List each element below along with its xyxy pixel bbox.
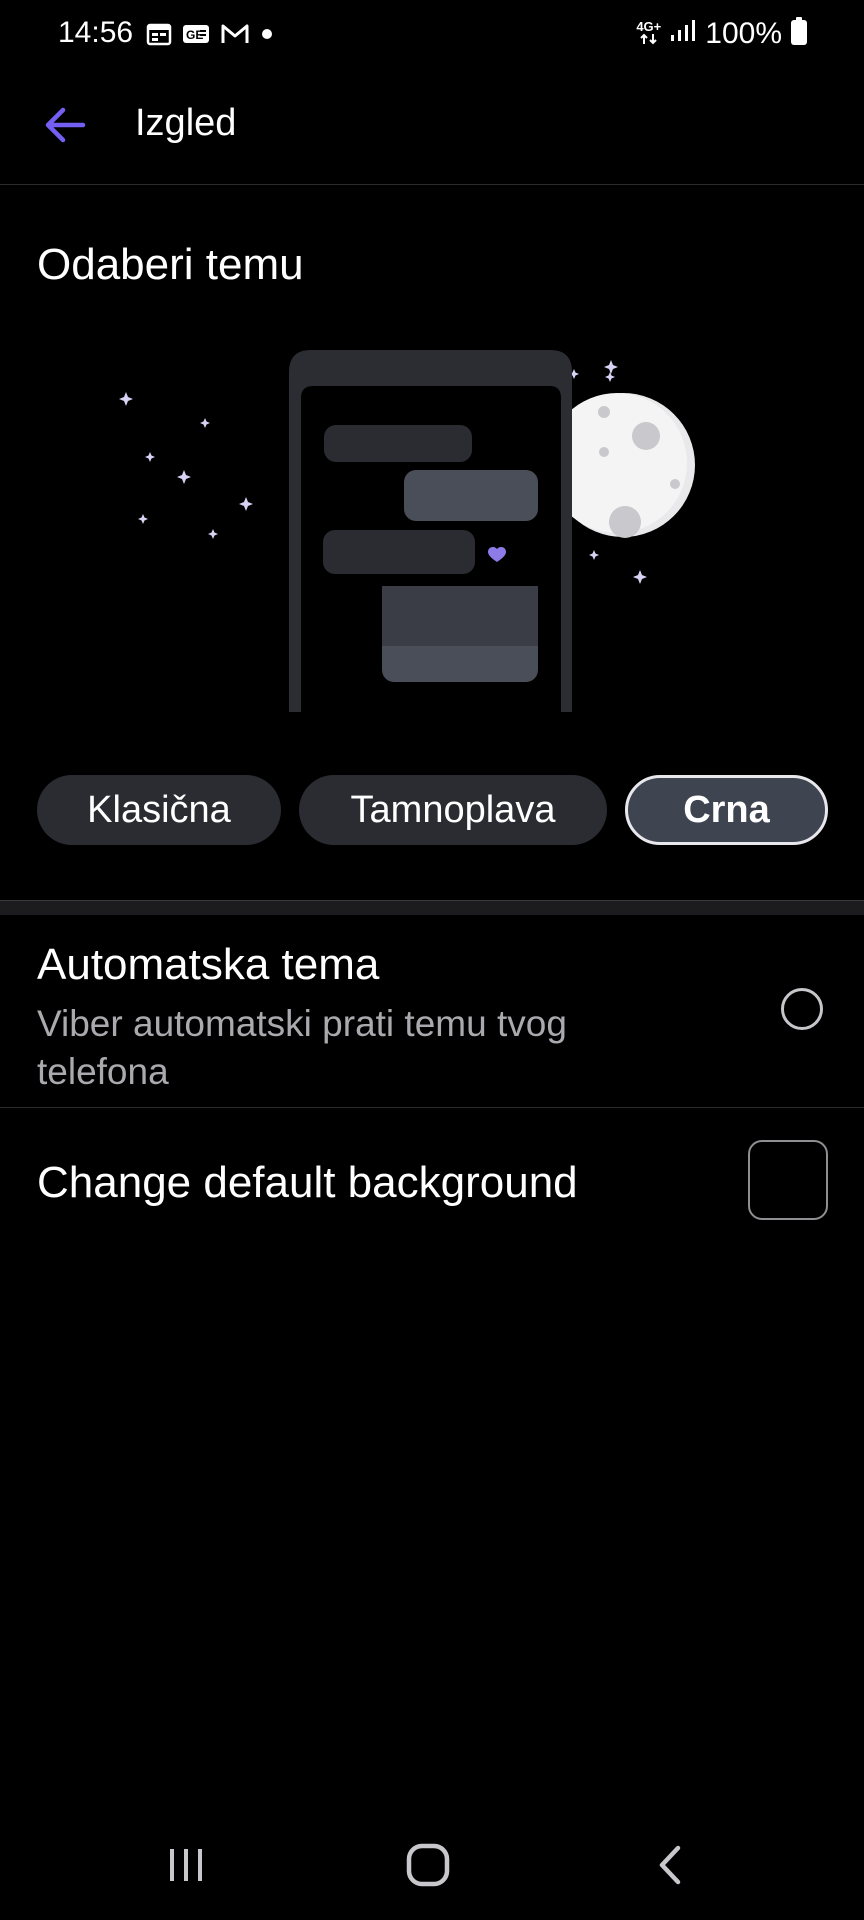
arrow-left-icon	[45, 107, 86, 143]
battery-icon	[790, 16, 808, 51]
recent-apps-icon	[170, 1849, 202, 1881]
recent-apps-button[interactable]	[146, 1830, 226, 1900]
notification-icons: GE	[146, 22, 274, 51]
status-time: 14:56	[58, 16, 134, 49]
signal-icon	[669, 18, 697, 49]
back-icon	[659, 1845, 681, 1885]
default-background-preview[interactable]	[748, 1140, 828, 1220]
default-background-row[interactable]: Change default background	[0, 1108, 864, 1258]
theme-option-klasicna[interactable]: Klasična	[37, 775, 281, 845]
auto-theme-radio[interactable]	[781, 988, 823, 1030]
home-button[interactable]	[388, 1830, 468, 1900]
page-title: Izgled	[135, 102, 237, 144]
theme-option-tamnoplava[interactable]: Tamnoplava	[299, 775, 607, 845]
theme-illustration	[110, 340, 790, 712]
default-background-title: Change default background	[37, 1158, 578, 1207]
stars-left	[119, 392, 253, 539]
status-bar: 14:56 GE 4G+ 100%	[0, 0, 864, 72]
auto-theme-description: Viber automatski prati temu tvog telefon…	[37, 1003, 567, 1092]
theme-section-title: Odaberi temu	[37, 240, 304, 289]
toolbar: Izgled	[0, 72, 864, 185]
battery-percent: 100%	[705, 16, 782, 50]
calendar-icon	[146, 22, 172, 51]
auto-theme-row[interactable]: Automatska tema Viber automatski prati t…	[0, 914, 864, 1108]
theme-options: Klasična Tamnoplava Crna	[0, 775, 864, 845]
status-right: 4G+ 100%	[636, 16, 808, 51]
network-type-icon: 4G+	[636, 20, 661, 47]
theme-option-crna[interactable]: Crna	[625, 775, 828, 845]
gmail-icon	[220, 22, 250, 51]
system-nav-bar	[0, 1800, 864, 1920]
system-back-button[interactable]	[630, 1830, 710, 1900]
section-divider	[0, 900, 864, 915]
auto-theme-title: Automatska tema	[37, 940, 380, 989]
home-icon	[406, 1843, 450, 1887]
news-icon: GE	[182, 23, 210, 50]
phone	[289, 350, 572, 712]
dot-icon	[260, 27, 274, 46]
back-button[interactable]	[40, 100, 90, 150]
